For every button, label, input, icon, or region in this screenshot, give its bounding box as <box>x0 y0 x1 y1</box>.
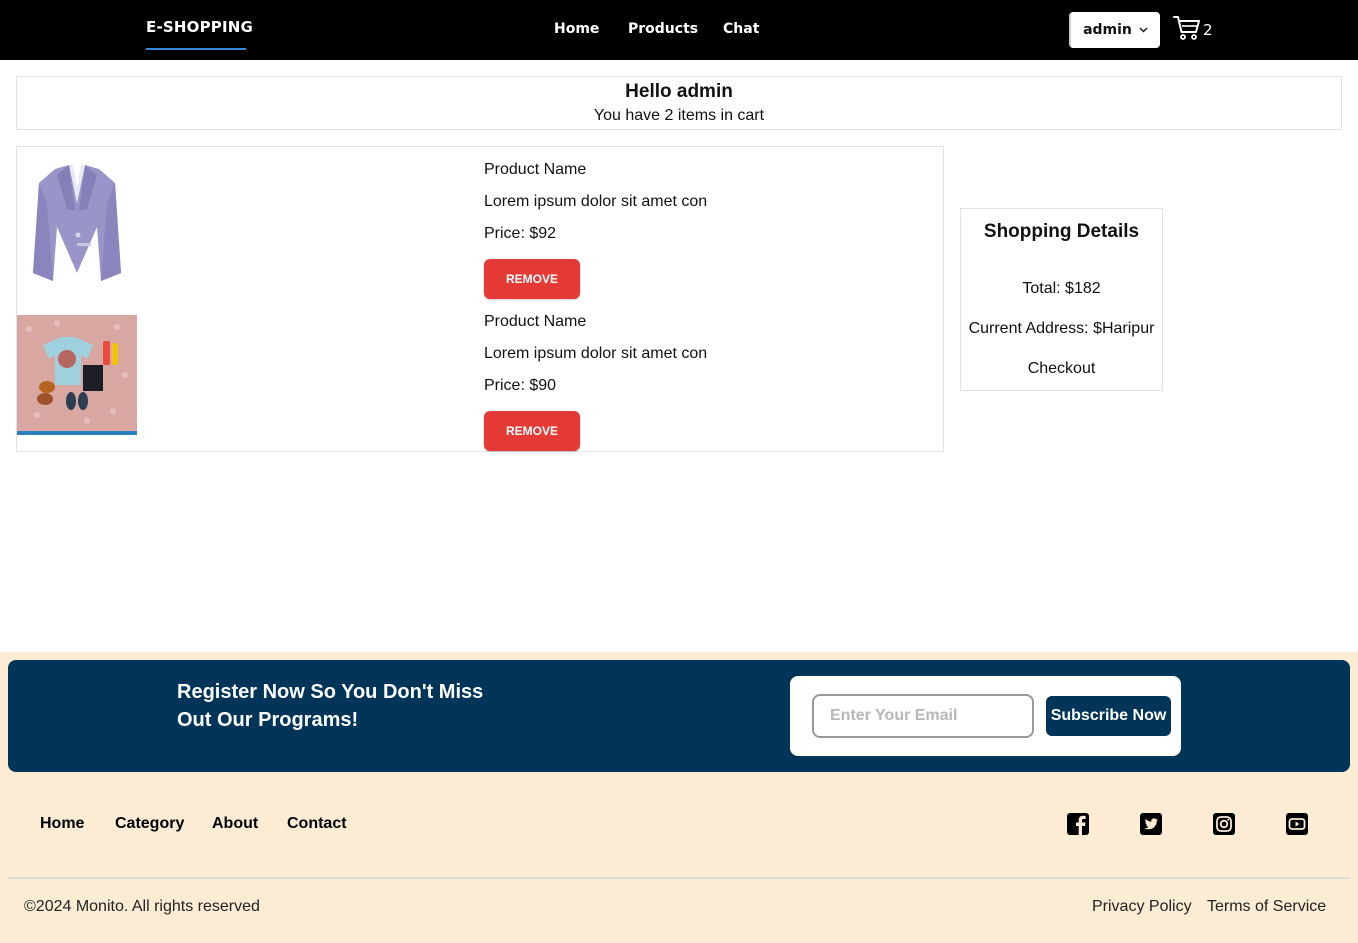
subscribe-button[interactable]: Subscribe Now <box>1046 696 1171 736</box>
remove-button[interactable]: REMOVE <box>484 259 580 299</box>
nav-home-link[interactable]: Home <box>554 21 599 37</box>
nav-products-link[interactable]: Products <box>628 21 698 37</box>
cart-button[interactable]: 2 <box>1173 15 1213 46</box>
greeting-title: Hello admin <box>625 81 733 102</box>
subscribe-form: Subscribe Now <box>790 676 1181 756</box>
instagram-icon[interactable] <box>1212 812 1236 836</box>
greeting-panel: Hello admin You have 2 items in cart <box>16 76 1342 130</box>
facebook-icon[interactable] <box>1066 812 1090 836</box>
cart-items-list: Product Name Lorem ipsum dolor sit amet … <box>16 146 944 452</box>
shopping-details-title: Shopping Details <box>983 221 1140 242</box>
remove-button[interactable]: REMOVE <box>484 411 580 451</box>
cart-item-info: Product Name Lorem ipsum dolor sit amet … <box>484 161 707 299</box>
footer-home-link[interactable]: Home <box>40 815 84 833</box>
product-price: Price: $90 <box>484 377 557 394</box>
twitter-icon[interactable] <box>1139 812 1163 836</box>
user-menu-label: admin <box>1083 22 1132 38</box>
top-navbar: E-SHOPPING Home Products Chat admin 2 <box>0 0 1358 60</box>
footer-contact-link[interactable]: Contact <box>287 815 347 833</box>
shopping-details-panel: Shopping Details Total: $182 Current Add… <box>960 208 1163 391</box>
privacy-policy-link[interactable]: Privacy Policy <box>1092 898 1192 916</box>
product-name: Product Name <box>484 161 587 178</box>
cart-count-badge: 2 <box>1203 21 1213 39</box>
footer-divider <box>8 877 1350 879</box>
cart-total: Total: $182 <box>1022 280 1101 297</box>
brand-underline <box>146 48 246 50</box>
greeting-subtitle: You have 2 items in cart <box>593 107 765 124</box>
chevron-down-icon <box>1139 25 1148 35</box>
product-name: Product Name <box>484 313 587 330</box>
nav-chat-link[interactable]: Chat <box>723 21 759 37</box>
product-description: Lorem ipsum dolor sit amet con <box>484 345 708 362</box>
youtube-icon[interactable] <box>1285 812 1309 836</box>
product-description: Lorem ipsum dolor sit amet con <box>484 193 708 210</box>
outfit-flatlay-image <box>17 315 137 435</box>
copyright-text: ©2024 Monito. All rights reserved <box>24 898 260 915</box>
cart-icon <box>1173 15 1201 46</box>
brand-logo[interactable]: E-SHOPPING <box>146 18 253 36</box>
user-menu-button[interactable]: admin <box>1069 12 1160 48</box>
terms-of-service-link[interactable]: Terms of Service <box>1207 898 1326 916</box>
newsletter-heading: Register Now So You Don't Miss Out Our P… <box>177 681 484 731</box>
current-address: Current Address: $Haripur <box>968 320 1155 337</box>
checkout-link[interactable]: Checkout <box>961 360 1162 378</box>
product-price: Price: $92 <box>484 225 557 242</box>
blazer-image <box>17 163 137 283</box>
footer-about-link[interactable]: About <box>212 815 258 833</box>
email-input[interactable] <box>812 694 1034 738</box>
site-footer: Register Now So You Don't Miss Out Our P… <box>0 652 1358 943</box>
cart-item-info: Product Name Lorem ipsum dolor sit amet … <box>484 313 707 451</box>
footer-category-link[interactable]: Category <box>115 815 184 833</box>
newsletter-banner: Register Now So You Don't Miss Out Our P… <box>8 660 1350 772</box>
